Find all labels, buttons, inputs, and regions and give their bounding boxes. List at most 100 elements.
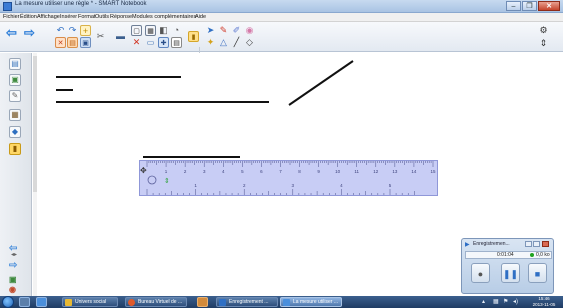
title-bar: La mesure utiliser une règle * - SMART N… (0, 0, 563, 13)
smart-notebook-window: La mesure utiliser une règle * - SMART N… (0, 0, 563, 308)
undo-icon[interactable]: ↶ (55, 25, 66, 36)
taskbar-item-enregistrement[interactable]: Enregistrement ... (216, 297, 278, 307)
stop-icon: ■ (534, 269, 541, 279)
drawn-line-3[interactable] (56, 101, 269, 103)
tray-network-icon[interactable]: ▦ (493, 298, 499, 305)
ruler-top-label: 13 (392, 169, 398, 174)
close-icon: ✕ (546, 3, 552, 10)
fill-icon[interactable]: ◇ (244, 37, 255, 48)
tools-icon[interactable]: ✚ (158, 37, 169, 48)
tray-flag-icon[interactable]: ⚑ (503, 298, 508, 305)
main-toolbar: ⇦ ⇨ ↶ ↷ + ✕ ▤ ▣ ✂ ▬ ▢ ✕ ▦ ▭ ◧ ✚ ◔ ▤ ▮ ➤ … (0, 22, 563, 71)
pause-icon: ❚❚ (502, 269, 519, 279)
magic-pen-icon[interactable]: ✦ (205, 37, 216, 48)
ruler-body (139, 160, 438, 196)
scrollbar-thumb[interactable] (33, 56, 37, 192)
tray-arrow-icon[interactable]: ▴ (482, 298, 485, 305)
ruler-graphic: 1 2 3 4 5 6 7 8 9 10 11 12 13 14 151 2 3 4 5✥⇕ (139, 160, 438, 196)
select-pointer-icon[interactable]: ➤ (205, 25, 216, 36)
forward-arrow-icon[interactable]: ⇨ (24, 26, 35, 39)
menu-affichage[interactable]: Affichage (37, 14, 60, 20)
ruler-top-label: 11 (354, 169, 359, 174)
restore-icon: ❐ (526, 3, 533, 10)
menu-format[interactable]: Format (78, 14, 95, 20)
redo-icon[interactable]: ↷ (67, 25, 78, 36)
screen-shade-icon[interactable]: ▬ (115, 31, 126, 42)
taskbar-clock[interactable]: 15:46 2013-11-05 (529, 296, 559, 308)
keyboard-icon[interactable]: ▮ (188, 31, 199, 42)
taskbar-item-la-mesure[interactable]: La mesure utiliser ... (280, 297, 342, 307)
menu-inserer[interactable]: Insérer (60, 14, 77, 20)
capture-icon[interactable]: ▭ (145, 37, 156, 48)
recorder-time: 0:01:04 (497, 252, 514, 258)
drawn-line-4[interactable] (143, 156, 240, 158)
show-desktop-icon[interactable] (19, 297, 30, 307)
highlighter-icon[interactable]: ✐ (231, 25, 242, 36)
recorder-app-icon (219, 299, 226, 306)
recorder-maximize-button[interactable] (533, 241, 540, 247)
ruler-flip-handle-icon[interactable]: ⇕ (164, 177, 170, 185)
menu-edition[interactable]: Édition (20, 14, 37, 20)
pause-button[interactable]: ❚❚ (501, 263, 520, 283)
addons-bottom-icon[interactable]: ▣ (9, 275, 17, 284)
record-button[interactable]: ● (471, 263, 490, 283)
back-arrow-icon[interactable]: ⇦ (9, 243, 17, 254)
document-camera-icon[interactable]: ◧ (158, 25, 169, 36)
tray-volume-icon[interactable]: ◂) (513, 298, 518, 305)
back-arrow-icon[interactable]: ⇦ (6, 26, 17, 39)
ruler-top-label: 14 (411, 169, 417, 174)
drawn-line-2[interactable] (56, 89, 73, 91)
line-icon[interactable]: ╱ (231, 37, 242, 48)
page-sorter-icon[interactable]: ▤ (9, 58, 21, 70)
canvas-scrollbar[interactable] (33, 53, 37, 297)
media-icon[interactable] (197, 297, 208, 307)
recorder-close-button[interactable] (542, 241, 549, 247)
maximize-button[interactable]: ❐ (522, 1, 537, 11)
drawn-diagonal-line[interactable] (286, 58, 356, 108)
addons-icon[interactable]: ◆ (9, 126, 21, 138)
taskbar-item-bureau-virtuel[interactable]: Bureau Virtuel de ... (125, 297, 187, 307)
settings-gear-icon[interactable]: ⚙ (538, 25, 549, 36)
menu-reponse[interactable]: Réponse (110, 14, 132, 20)
attachments-icon[interactable]: ✎ (9, 90, 21, 102)
capture-area-icon[interactable]: ◔ (171, 25, 182, 36)
lock-icon[interactable]: ▮ (9, 143, 21, 155)
toolbar-move-icon[interactable]: ⇕ (538, 38, 549, 49)
save-icon[interactable]: ▣ (80, 37, 91, 48)
smart-notebook-icon (3, 2, 12, 11)
pen-icon[interactable]: ✎ (218, 25, 229, 36)
taskbar-item-univers-social[interactable]: Univers social (62, 297, 118, 307)
recorder-title: Enregistremen... (473, 241, 510, 247)
stop-button[interactable]: ■ (528, 263, 547, 283)
recorder-size: 0,0 ko (536, 252, 550, 258)
close-button[interactable]: ✕ (538, 1, 560, 11)
eraser-icon[interactable]: ◉ (244, 25, 255, 36)
menu-modules[interactable]: Modules complémentaires (132, 14, 196, 20)
start-button[interactable] (2, 296, 14, 308)
drawn-line-1[interactable] (56, 76, 181, 78)
forward-arrow-icon[interactable]: ⇨ (9, 260, 17, 271)
paste-icon[interactable]: ✂ (95, 31, 106, 42)
menu-aide[interactable]: Aide (195, 14, 206, 20)
recorder-widget[interactable]: ▶ Enregistremen... 0:01:04 0,0 ko ● ❚❚ ■ (461, 238, 554, 294)
ruler-tool[interactable]: 1 2 3 4 5 6 7 8 9 10 11 12 13 14 15 1 2 3 4 5 ✥ ⇕ (139, 160, 438, 196)
menu-fichier[interactable]: Fichier (3, 14, 20, 20)
table-icon[interactable]: ▦ (145, 25, 156, 36)
magnifier-icon[interactable]: ◉ (9, 285, 16, 294)
shapes-icon[interactable]: △ (218, 37, 229, 48)
menu-outils[interactable]: Outils (95, 14, 109, 20)
open-file-icon[interactable]: ▤ (67, 37, 78, 48)
gallery-icon[interactable]: ▣ (9, 74, 21, 86)
properties-icon[interactable]: ▦ (9, 109, 21, 121)
delete-icon[interactable]: ✕ (131, 37, 142, 48)
ruler-move-handle-icon[interactable]: ✥ (140, 166, 147, 175)
table-grid-icon[interactable]: ▤ (171, 37, 182, 48)
minimize-button[interactable]: – (506, 1, 521, 11)
recorder-icon: ▶ (465, 242, 470, 248)
recorder-minimize-button[interactable] (525, 241, 532, 247)
recording-status-icon (530, 253, 534, 257)
add-page-icon[interactable]: + (80, 25, 91, 36)
full-screen-icon[interactable]: ▢ (131, 25, 142, 36)
delete-page-icon[interactable]: ✕ (55, 37, 66, 48)
quick-launch-icon[interactable] (36, 297, 47, 307)
